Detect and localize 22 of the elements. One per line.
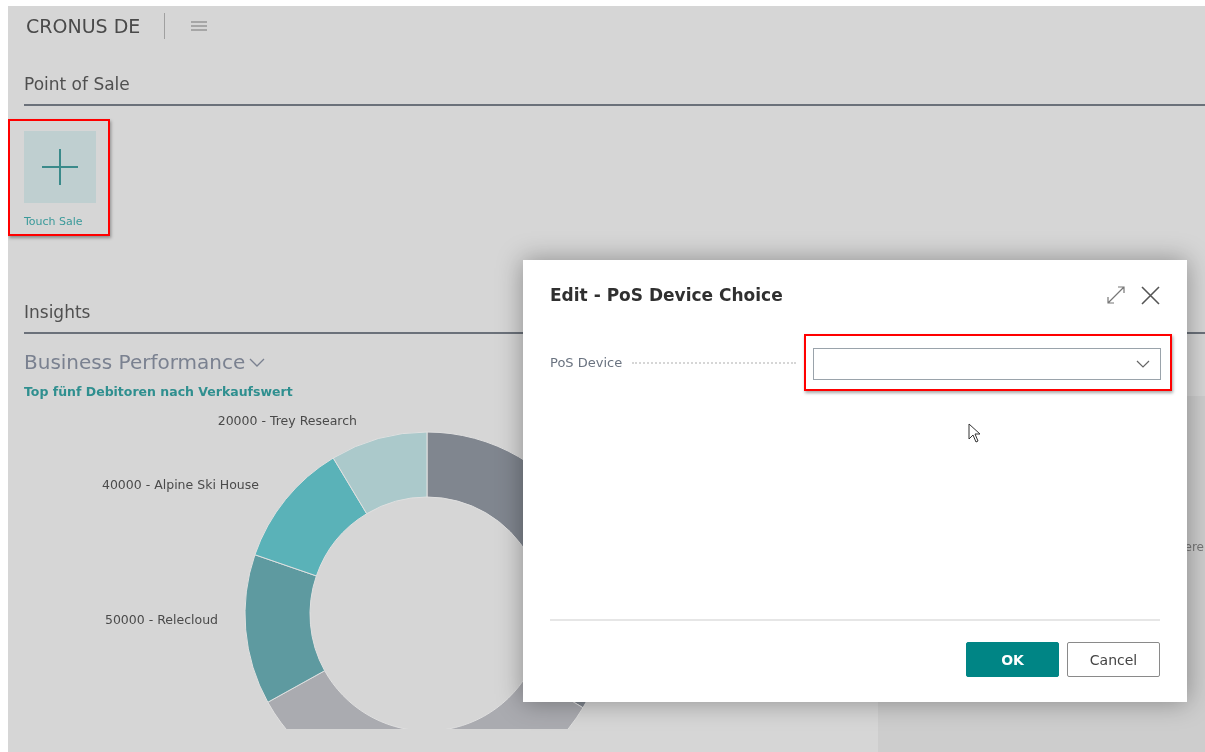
section-title: Point of Sale — [24, 74, 130, 94]
chevron-down-icon — [1136, 360, 1150, 368]
expand-icon[interactable] — [1107, 285, 1125, 305]
company-name: CRONUS DE — [26, 15, 141, 37]
dialog-title: Edit - PoS Device Choice — [550, 285, 783, 305]
chart-label: 40000 - Alpine Ski House — [101, 476, 259, 492]
cancel-button[interactable]: Cancel — [1067, 642, 1160, 677]
plus-icon — [42, 149, 78, 185]
menu-icon[interactable] — [191, 21, 208, 31]
chart-title: Top fünf Debitoren nach Verkaufswert — [24, 384, 294, 399]
chart-label: 50000 - Relecloud — [104, 611, 218, 627]
field-label: PoS Device — [550, 355, 623, 370]
cursor-icon — [968, 423, 982, 444]
close-icon[interactable] — [1141, 285, 1160, 305]
ok-button[interactable]: OK — [966, 642, 1059, 677]
chart-label: 20000 - Trey Research — [217, 412, 357, 428]
touch-sale-tile[interactable] — [24, 131, 96, 203]
tile-label: Touch Sale — [24, 215, 84, 228]
part-title: Business Performance — [24, 350, 246, 374]
chevron-down-icon[interactable] — [249, 357, 266, 367]
section-title: Insights — [24, 302, 91, 322]
dropdown-field[interactable] — [813, 348, 1161, 380]
